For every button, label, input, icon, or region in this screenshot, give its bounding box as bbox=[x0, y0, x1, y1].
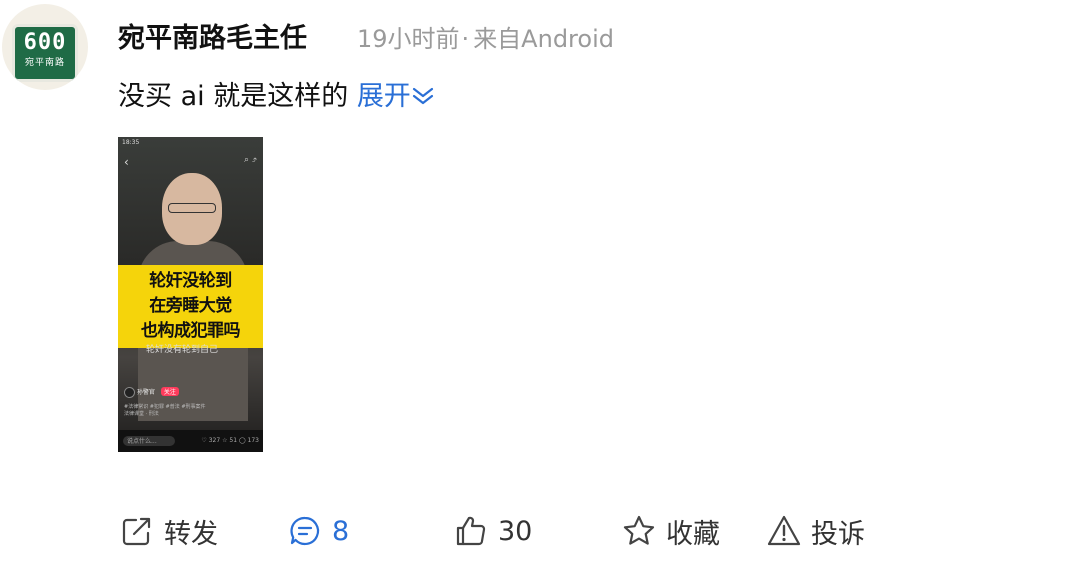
post-source: 来自Android bbox=[473, 25, 614, 53]
video-comment-input: 说点什么... bbox=[123, 436, 175, 446]
video-status-bar: 18:35 bbox=[122, 139, 259, 151]
video-caption-box: 轮奸没轮到 在旁睡大觉 也构成犯罪吗 bbox=[118, 265, 263, 348]
video-subtitle: 轮奸没有轮到自己 bbox=[146, 345, 219, 355]
post-meta: 19小时前· 来自Android bbox=[357, 19, 614, 54]
avatar[interactable]: 600 宛平南路 bbox=[2, 4, 88, 90]
video-back-icon: ‹ bbox=[124, 155, 129, 169]
video-caption-line: 在旁睡大觉 bbox=[149, 296, 232, 316]
avatar-plate-number: 600 bbox=[23, 30, 67, 55]
like-button[interactable]: 30 bbox=[454, 508, 532, 554]
video-bottom-bar: 说点什么... ♡ 327 ☆ 51 ◯ 173 bbox=[118, 430, 263, 452]
post-content: 没买 ai 就是这样的 展开 bbox=[118, 74, 435, 113]
video-follow-badge: 关注 bbox=[160, 387, 179, 396]
favorite-button[interactable]: 收藏 bbox=[622, 508, 720, 554]
video-description-text: #法律常识 #犯罪 #普法 #刑事案件 bbox=[124, 404, 206, 410]
video-status-time: 18:35 bbox=[122, 139, 140, 146]
video-caption-line: 也构成犯罪吗 bbox=[141, 321, 241, 341]
video-input-placeholder: 说点什么... bbox=[127, 438, 157, 445]
expand-link[interactable]: 展开 bbox=[357, 81, 435, 112]
post-time: 19小时前 bbox=[357, 25, 460, 53]
repost-icon bbox=[122, 517, 151, 546]
post-text: 没买 ai 就是这样的 bbox=[118, 81, 349, 112]
video-tag: 法律课堂 · 刑法 bbox=[124, 411, 159, 417]
video-star-count: 51 bbox=[229, 437, 238, 444]
warning-icon bbox=[767, 515, 801, 546]
video-thumbnail[interactable]: 18:35 ‹ ⌕ ⤴ 轮奸没轮到 在旁睡大觉 也构成犯罪吗 轮奸没有轮到自己 … bbox=[118, 137, 263, 452]
comment-count: 8 bbox=[332, 515, 350, 547]
video-description: #法律常识 #犯罪 #普法 #刑事案件 法律课堂 · 刑法 bbox=[124, 403, 254, 417]
action-bar: 转发 8 30 收藏 投诉 bbox=[0, 508, 1086, 554]
video-comment-count: 173 bbox=[247, 437, 259, 444]
avatar-plate-street: 宛平南路 bbox=[24, 58, 65, 68]
comment-icon bbox=[290, 516, 320, 546]
avatar-plate: 600 宛平南路 bbox=[12, 24, 78, 82]
repost-button[interactable]: 转发 bbox=[120, 508, 218, 554]
thumbs-up-icon bbox=[456, 516, 486, 546]
username[interactable]: 宛平南路毛主任 bbox=[118, 16, 307, 55]
video-person-glasses bbox=[168, 203, 216, 213]
expand-label: 展开 bbox=[356, 81, 411, 112]
meta-separator: · bbox=[461, 25, 470, 53]
video-stats: ♡ 327 ☆ 51 ◯ 173 bbox=[201, 437, 259, 444]
like-count: 30 bbox=[498, 515, 533, 547]
video-author: 孙警官 关注 bbox=[124, 387, 179, 398]
star-icon bbox=[623, 515, 655, 545]
repost-label: 转发 bbox=[164, 518, 218, 550]
video-caption-line: 轮奸没轮到 bbox=[149, 271, 232, 291]
video-like-count: 327 bbox=[208, 437, 221, 444]
video-author-avatar bbox=[124, 387, 135, 398]
favorite-label: 收藏 bbox=[666, 518, 720, 550]
chevron-down-icon bbox=[412, 87, 433, 105]
report-label: 投诉 bbox=[811, 518, 865, 550]
report-button[interactable]: 投诉 bbox=[767, 508, 865, 554]
comment-button[interactable]: 8 bbox=[288, 508, 349, 554]
video-author-name: 孙警官 bbox=[136, 389, 155, 396]
video-search-share-icons: ⌕ ⤴ bbox=[244, 155, 257, 165]
